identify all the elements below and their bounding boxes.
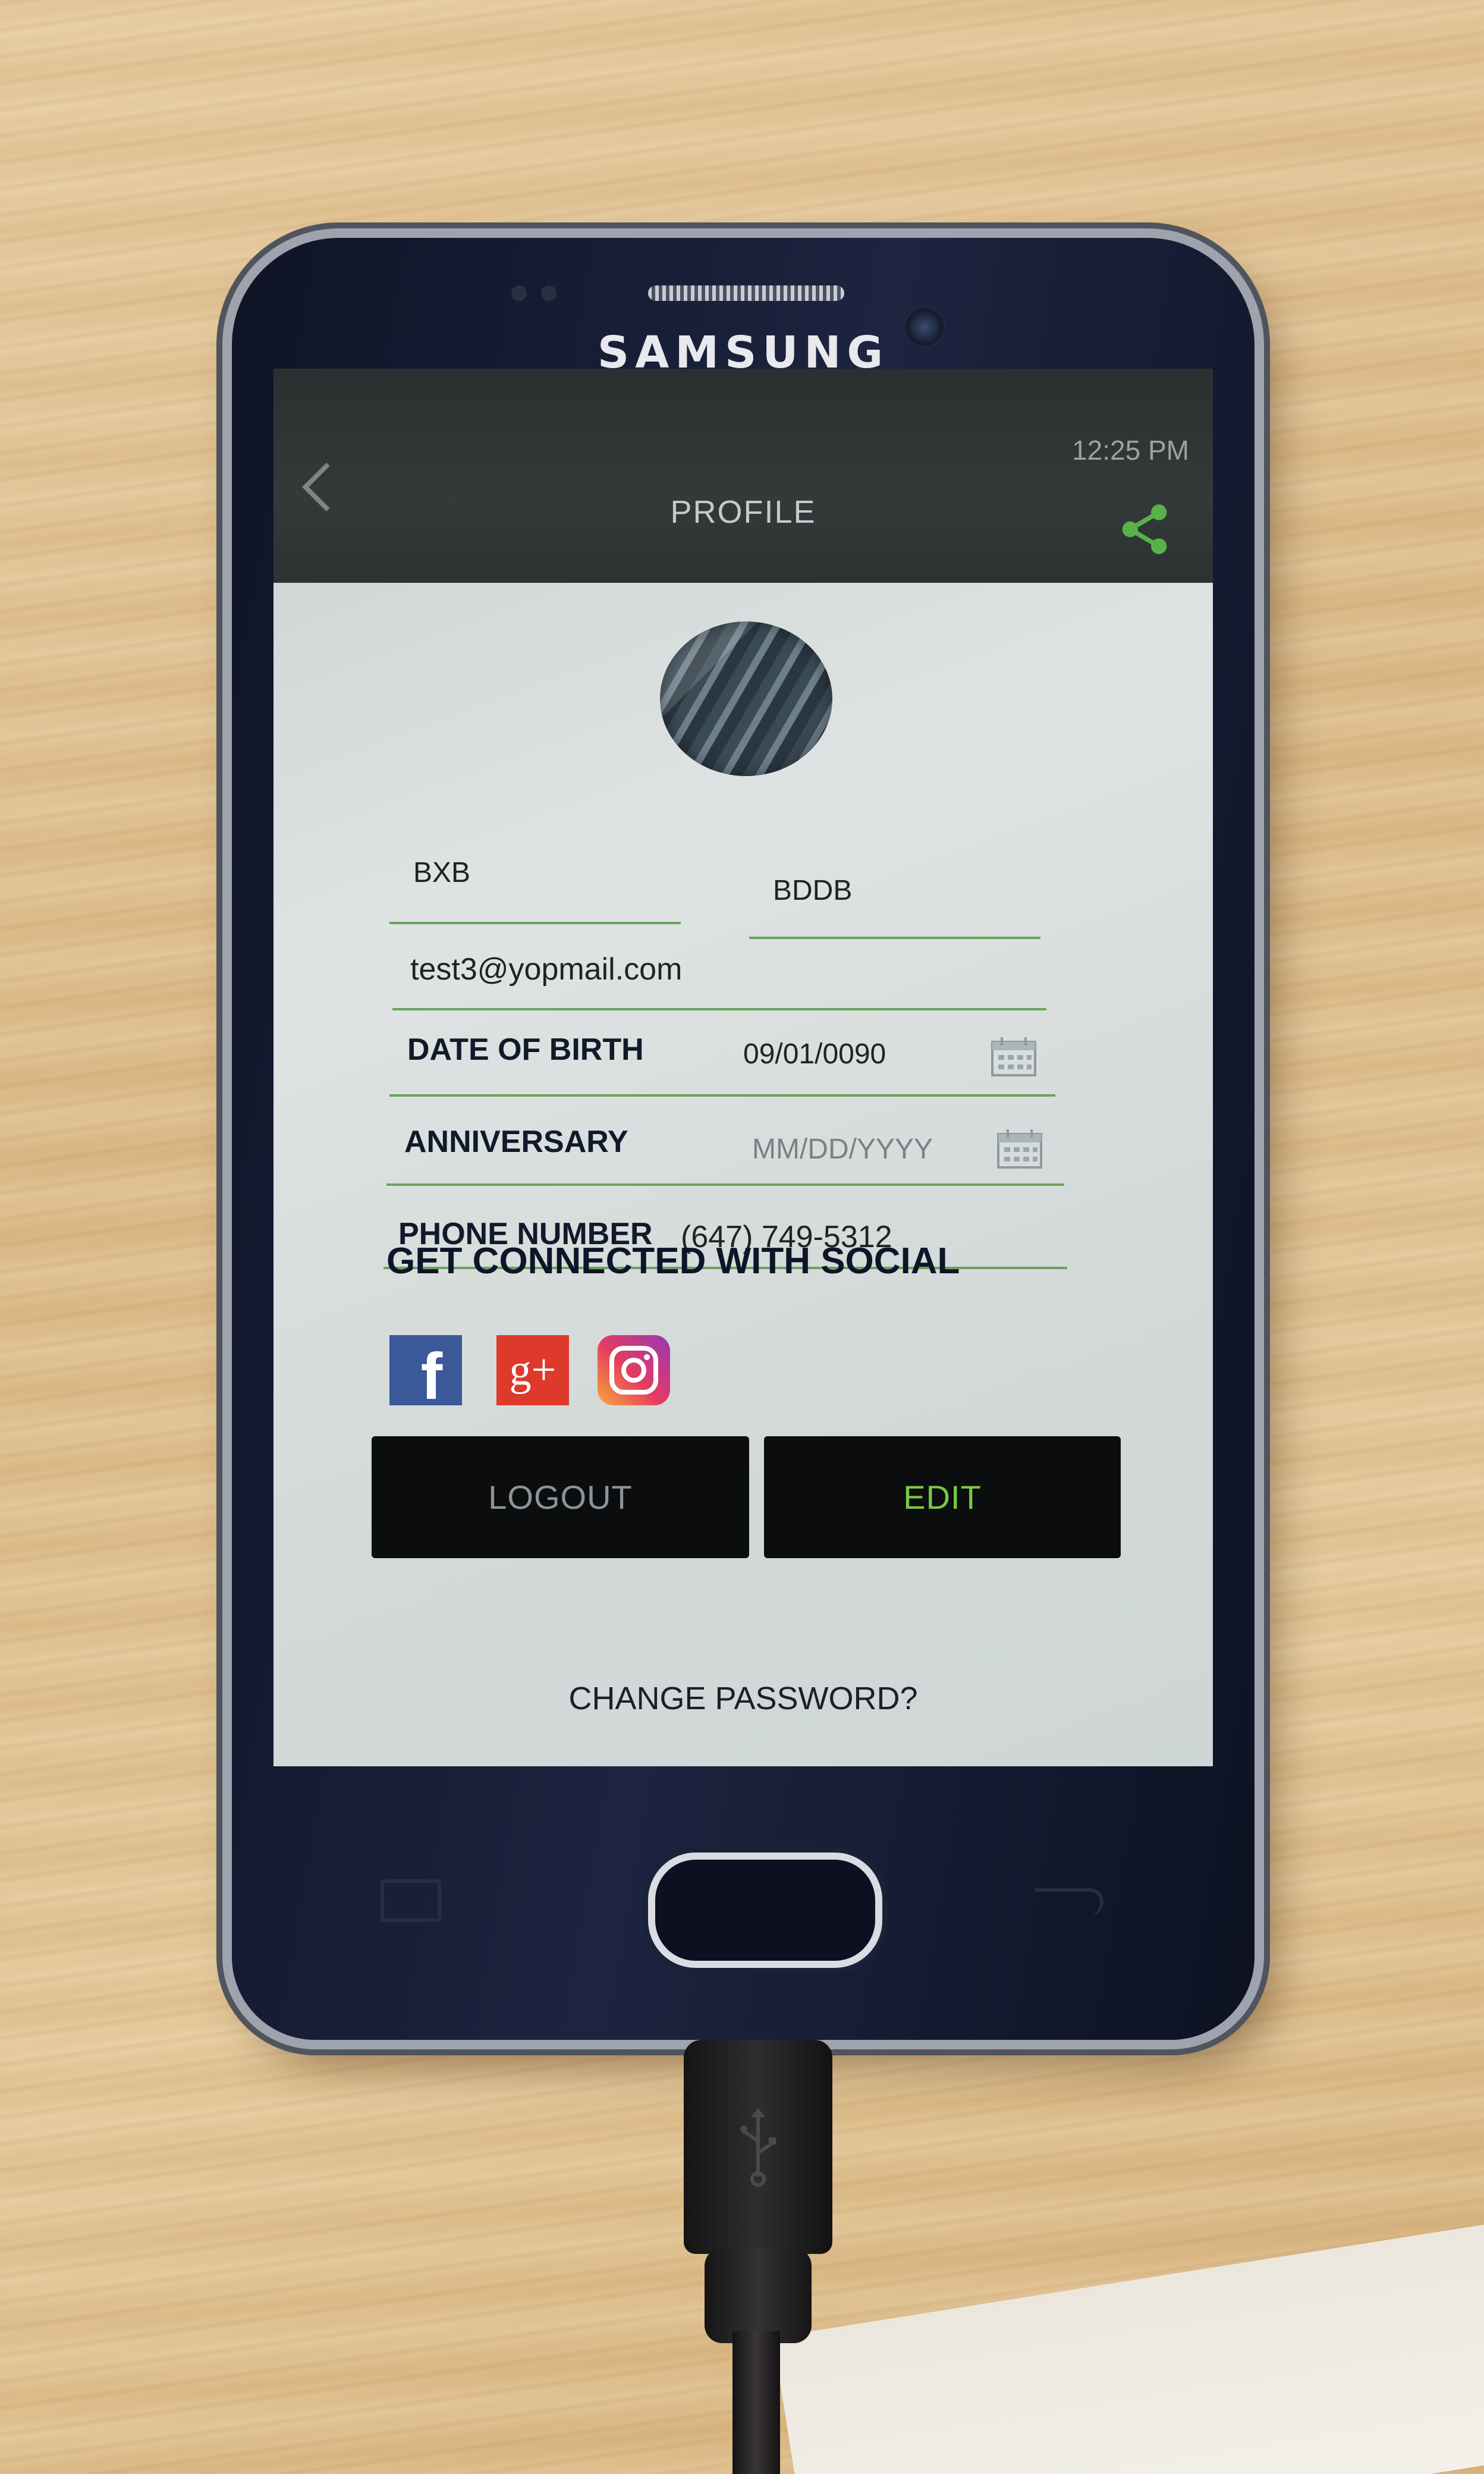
date-of-birth-label: DATE OF BIRTH <box>407 1032 644 1067</box>
phone-device: SAMSUNG 12:25 PM PROFILE BXB BDDB test3@… <box>232 238 1255 2040</box>
anniversary-placeholder: MM/DD/YYYY <box>752 1134 933 1165</box>
earpiece-speaker <box>648 285 844 301</box>
logout-button[interactable]: LOGOUT <box>372 1436 749 1558</box>
calendar-icon[interactable] <box>990 1035 1037 1078</box>
usb-cable-wire <box>732 2331 780 2474</box>
first-name-field[interactable]: BXB <box>389 850 681 924</box>
facebook-icon[interactable]: f <box>389 1335 462 1413</box>
email-value: test3@yopmail.com <box>410 952 683 987</box>
usb-cable-plug <box>684 2040 832 2254</box>
back-key[interactable] <box>1035 1888 1103 1916</box>
first-name-value: BXB <box>413 857 471 888</box>
home-button[interactable] <box>648 1853 882 1968</box>
google-plus-icon[interactable]: g+ <box>496 1335 569 1405</box>
avatar[interactable] <box>660 621 832 776</box>
last-name-field[interactable]: BDDB <box>749 868 1040 939</box>
app-bar: 12:25 PM PROFILE <box>273 369 1213 583</box>
usb-icon <box>740 2108 776 2187</box>
date-of-birth-value: 09/01/0090 <box>743 1038 886 1070</box>
share-icon[interactable] <box>1112 497 1177 562</box>
email-field[interactable]: test3@yopmail.com <box>392 940 1046 1010</box>
page-title: PROFILE <box>670 494 816 530</box>
sensor-dot <box>511 285 527 301</box>
usb-cable-neck <box>705 2248 812 2343</box>
google-plus-glyph: g+ <box>509 1345 556 1395</box>
last-name-value: BDDB <box>773 875 853 906</box>
calendar-icon[interactable] <box>996 1127 1043 1170</box>
sensor-dot <box>541 285 556 301</box>
date-of-birth-field[interactable]: DATE OF BIRTH 09/01/0090 <box>389 1020 1055 1097</box>
recent-apps-key[interactable] <box>381 1879 441 1922</box>
anniversary-label: ANNIVERSARY <box>404 1125 628 1159</box>
edit-button[interactable]: EDIT <box>764 1436 1121 1558</box>
social-heading: GET CONNECTED WITH SOCIAL <box>386 1241 960 1282</box>
phone-screen: 12:25 PM PROFILE BXB BDDB test3@yopmail.… <box>273 369 1213 1766</box>
status-time: 12:25 PM <box>1072 435 1189 466</box>
table-edge <box>773 2188 1484 2474</box>
change-password-link[interactable]: CHANGE PASSWORD? <box>273 1680 1213 1717</box>
anniversary-field[interactable]: ANNIVERSARY MM/DD/YYYY <box>386 1109 1064 1186</box>
instagram-icon[interactable] <box>598 1335 670 1405</box>
instagram-glyph <box>609 1346 658 1395</box>
facebook-glyph: f <box>420 1339 443 1413</box>
